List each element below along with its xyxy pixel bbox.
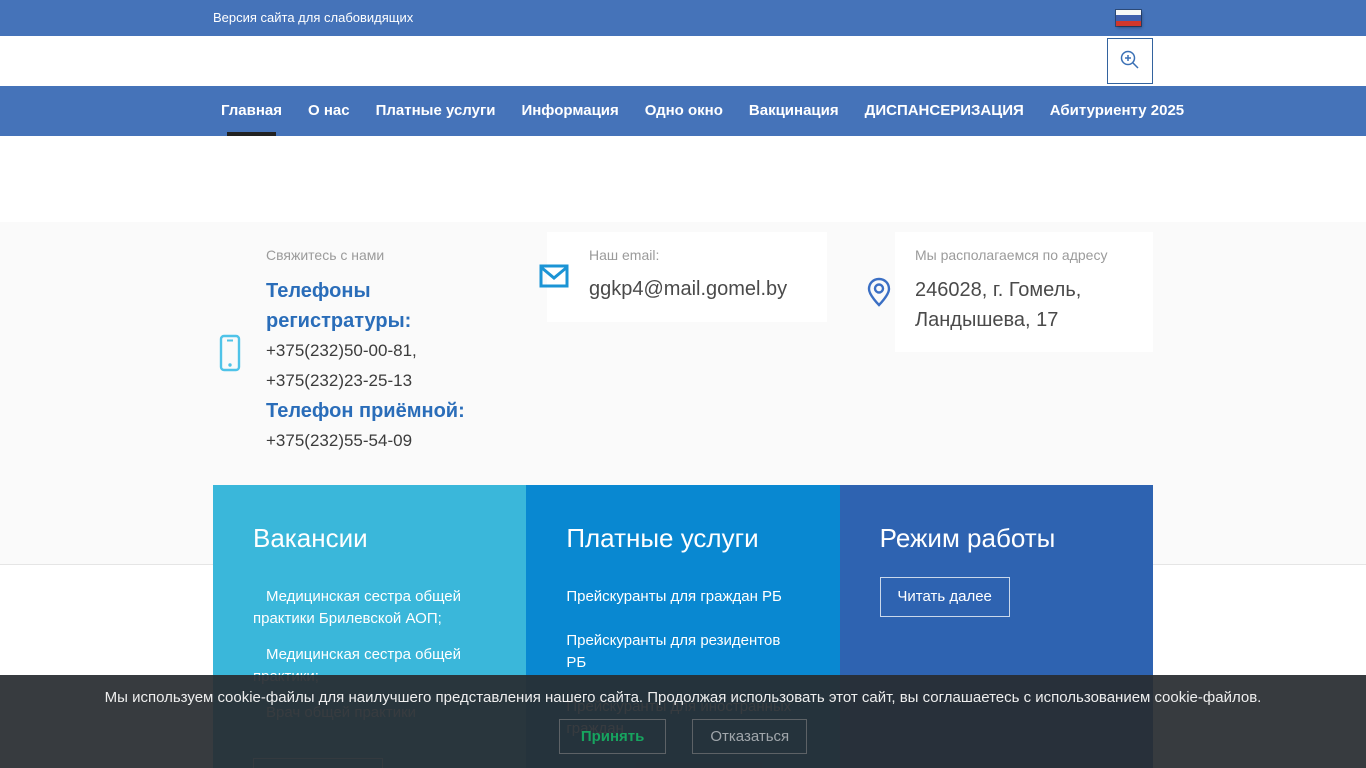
card-vacancies-title: Вакансии xyxy=(253,523,368,553)
nav-item-о-нас[interactable]: О нас xyxy=(308,86,350,136)
cookie-decline-button[interactable]: Отказаться xyxy=(692,719,808,754)
contact-phones-label: Свяжитесь с нами xyxy=(266,247,385,263)
cookie-message: Мы используем cookie-файлы для наилучшег… xyxy=(104,689,1262,706)
contact-phones-block: Свяжитесь с нами Телефоны регистратуры: … xyxy=(213,247,533,456)
main-nav: Главная О нас Платные услуги Информация Одно… xyxy=(213,86,1184,136)
reception-phone-title[interactable]: Телефон приёмной: xyxy=(266,396,486,426)
registry-phone-2: +375(232)23-25-13 xyxy=(266,371,413,390)
envelope-icon xyxy=(539,263,569,294)
card-paid-services-title: Платные услуги xyxy=(566,523,759,553)
email-label: Наш email: xyxy=(589,247,660,263)
schedule-read-more-button[interactable]: Читать далее xyxy=(879,577,1010,617)
contact-email-block: Наш email: ggkp4@mail.gomel.by xyxy=(539,232,827,322)
search-button[interactable] xyxy=(1107,38,1153,84)
location-pin-icon xyxy=(866,277,892,312)
page: Версия сайта для слабовидящих Главная О … xyxy=(0,0,1366,768)
main-navbar: Главная О нас Платные услуги Информация Одно… xyxy=(0,86,1366,136)
contact-address-block: Мы располагаемся по адресу 246028, г. Го… xyxy=(867,232,1153,352)
top-bar: Версия сайта для слабовидящих xyxy=(0,0,1366,36)
address-line-1: 246028, г. Гомель, xyxy=(915,279,1082,301)
nav-item-одно-окно[interactable]: Одно окно xyxy=(645,86,723,136)
registry-phones-title[interactable]: Телефоны регистратуры: xyxy=(266,276,486,336)
header xyxy=(0,36,1366,86)
address-value: 246028, г. Гомель, Ландышева, 17 xyxy=(915,275,1143,335)
card-list-item[interactable]: Прейскуранты для граждан РБ xyxy=(566,586,799,608)
mobile-phone-icon xyxy=(219,334,241,377)
reception-phone: +375(232)55-54-09 xyxy=(266,431,413,450)
email-value[interactable]: ggkp4@mail.gomel.by xyxy=(589,278,817,301)
cookie-banner: Мы используем cookie-файлы для наилучшег… xyxy=(0,675,1366,768)
nav-item-главная[interactable]: Главная xyxy=(221,86,282,136)
card-list-item[interactable]: Прейскуранты для резидентов РБ xyxy=(566,630,799,674)
zoom-in-icon xyxy=(1119,49,1141,74)
card-work-schedule-title: Режим работы xyxy=(879,523,1056,553)
cookie-buttons: Принять Отказаться xyxy=(0,719,1366,754)
nav-item-вакцинация[interactable]: Вакцинация xyxy=(749,86,839,136)
nav-item-абитуриенту-2025[interactable]: Абитуриенту 2025 xyxy=(1050,86,1184,136)
accessibility-version-link[interactable]: Версия сайта для слабовидящих xyxy=(213,0,413,36)
cookie-accept-button[interactable]: Принять xyxy=(558,719,667,754)
nav-item-платные-услуги[interactable]: Платные услуги xyxy=(376,86,496,136)
flag-stripe-red xyxy=(1116,20,1141,26)
card-list-item[interactable]: Медицинская сестра общей практики Брилев… xyxy=(253,586,486,630)
registry-phone-1: +375(232)50-00-81, xyxy=(266,341,417,360)
address-line-2: Ландышева, 17 xyxy=(915,309,1059,331)
nav-item-диспансеризация[interactable]: ДИСПАНСЕРИЗАЦИЯ xyxy=(865,86,1024,136)
nav-item-информация[interactable]: Информация xyxy=(521,86,618,136)
russian-flag-icon[interactable] xyxy=(1116,10,1141,26)
address-label: Мы располагаемся по адресу xyxy=(915,247,1108,263)
